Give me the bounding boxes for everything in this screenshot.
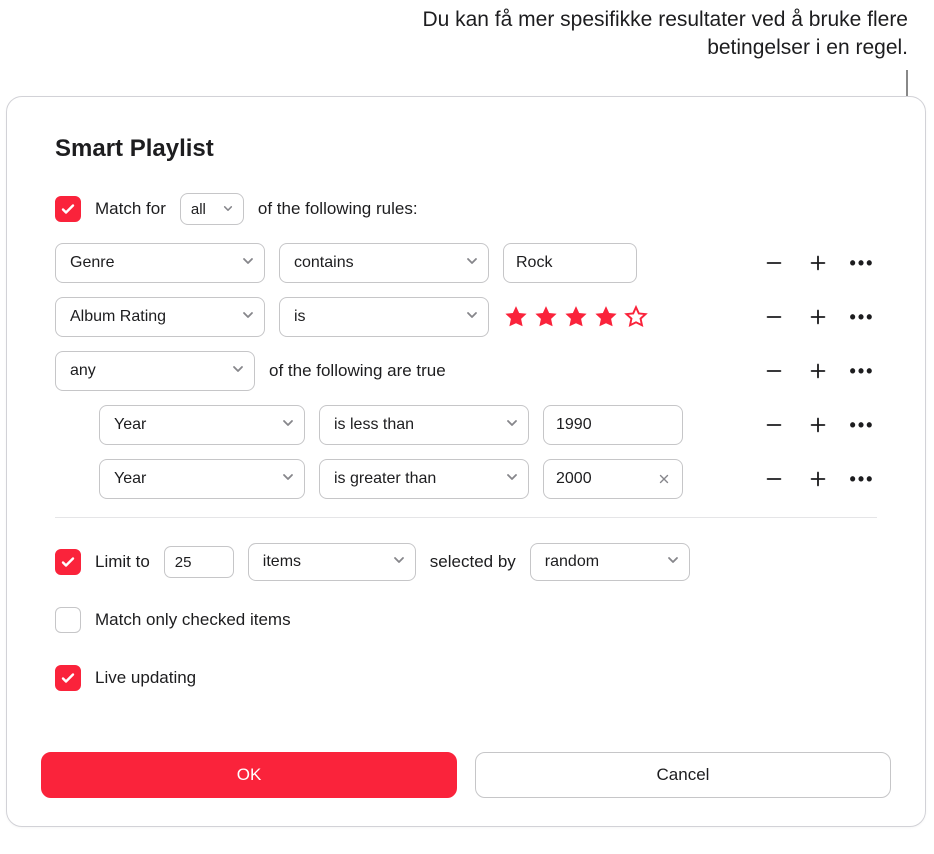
star-filled-icon[interactable] [593, 304, 619, 330]
chevron-down-icon [223, 201, 233, 218]
chevron-down-icon [242, 308, 254, 326]
limit-row: Limit to 25 items selected by random [55, 542, 877, 582]
match-label-after: of the following rules: [258, 199, 418, 219]
rule-row: Album Rating is ••• [55, 297, 877, 337]
rule-value-text: 2000 [556, 470, 592, 488]
more-options-button[interactable]: ••• [847, 356, 877, 386]
limit-order-value: random [545, 553, 599, 571]
match-only-checked-label: Match only checked items [95, 610, 291, 630]
rule-value-input[interactable]: 1990 [543, 405, 683, 445]
match-checked-row: Match only checked items [55, 600, 877, 640]
rule-field-select[interactable]: Genre [55, 243, 265, 283]
chevron-down-icon [232, 362, 244, 380]
nested-rule-row: Year is greater than 2000 ••• [55, 459, 877, 499]
limit-count-input[interactable]: 25 [164, 546, 234, 578]
rule-field-select[interactable]: Year [99, 405, 305, 445]
match-quantifier-select[interactable]: all [180, 193, 244, 225]
chevron-down-icon [506, 416, 518, 434]
star-rating-input[interactable] [503, 304, 649, 330]
add-rule-button[interactable] [803, 464, 833, 494]
group-quantifier-value: any [70, 362, 96, 380]
remove-rule-button[interactable] [759, 302, 789, 332]
more-options-button[interactable]: ••• [847, 410, 877, 440]
rule-condition-select[interactable]: is greater than [319, 459, 529, 499]
rule-value-text: Rock [516, 254, 552, 272]
limit-order-select[interactable]: random [530, 543, 690, 581]
match-row: Match for all of the following rules: [55, 189, 877, 229]
rule-value-input[interactable]: 2000 [543, 459, 683, 499]
dialog-footer: OK Cancel [41, 722, 891, 826]
rule-condition-select[interactable]: is less than [319, 405, 529, 445]
rule-field-value: Genre [70, 254, 114, 272]
ok-button[interactable]: OK [41, 752, 457, 798]
match-quantifier-value: all [191, 201, 206, 218]
more-options-button[interactable]: ••• [847, 302, 877, 332]
limit-unit-value: items [263, 553, 301, 571]
rule-field-select[interactable]: Album Rating [55, 297, 265, 337]
rule-condition-value: is less than [334, 416, 414, 434]
chevron-down-icon [282, 416, 294, 434]
rule-field-value: Year [114, 470, 146, 488]
add-rule-button[interactable] [803, 302, 833, 332]
star-filled-icon[interactable] [563, 304, 589, 330]
star-filled-icon[interactable] [533, 304, 559, 330]
chevron-down-icon [242, 254, 254, 272]
nested-group-row: any of the following are true ••• [55, 351, 877, 391]
star-filled-icon[interactable] [503, 304, 529, 330]
rule-condition-value: is [294, 308, 306, 326]
remove-rule-button[interactable] [759, 410, 789, 440]
rule-field-value: Year [114, 416, 146, 434]
more-options-button[interactable]: ••• [847, 248, 877, 278]
limit-label-mid: selected by [430, 552, 516, 572]
remove-rule-button[interactable] [759, 356, 789, 386]
limit-label-before: Limit to [95, 552, 150, 572]
match-label-before: Match for [95, 199, 166, 219]
rule-condition-select[interactable]: contains [279, 243, 489, 283]
add-rule-button[interactable] [803, 410, 833, 440]
rule-condition-select[interactable]: is [279, 297, 489, 337]
chevron-down-icon [466, 308, 478, 326]
rule-condition-value: contains [294, 254, 354, 272]
callout-text: Du kan få mer spesifikke resultater ved … [348, 6, 908, 63]
live-updating-label: Live updating [95, 668, 196, 688]
clear-input-icon[interactable] [654, 469, 674, 489]
add-rule-button[interactable] [803, 248, 833, 278]
rule-value-text: 1990 [556, 416, 592, 434]
chevron-down-icon [393, 553, 405, 571]
group-label-after: of the following are true [269, 361, 446, 381]
match-only-checked-checkbox[interactable] [55, 607, 81, 633]
limit-count-value: 25 [175, 554, 192, 571]
chevron-down-icon [282, 470, 294, 488]
rule-row: Genre contains Rock ••• [55, 243, 877, 283]
rule-condition-value: is greater than [334, 470, 436, 488]
cancel-button[interactable]: Cancel [475, 752, 891, 798]
section-divider [55, 517, 877, 518]
nested-rule-row: Year is less than 1990 ••• [55, 405, 877, 445]
limit-unit-select[interactable]: items [248, 543, 416, 581]
remove-rule-button[interactable] [759, 248, 789, 278]
star-empty-icon[interactable] [623, 304, 649, 330]
add-rule-button[interactable] [803, 356, 833, 386]
rule-field-select[interactable]: Year [99, 459, 305, 499]
smart-playlist-dialog: Smart Playlist Match for all of the foll… [6, 96, 926, 827]
group-quantifier-select[interactable]: any [55, 351, 255, 391]
chevron-down-icon [667, 553, 679, 571]
remove-rule-button[interactable] [759, 464, 789, 494]
match-checkbox[interactable] [55, 196, 81, 222]
live-updating-row: Live updating [55, 658, 877, 698]
chevron-down-icon [466, 254, 478, 272]
chevron-down-icon [506, 470, 518, 488]
more-options-button[interactable]: ••• [847, 464, 877, 494]
dialog-title: Smart Playlist [55, 135, 877, 163]
rule-value-input[interactable]: Rock [503, 243, 637, 283]
rule-field-value: Album Rating [70, 308, 166, 326]
limit-checkbox[interactable] [55, 549, 81, 575]
live-updating-checkbox[interactable] [55, 665, 81, 691]
